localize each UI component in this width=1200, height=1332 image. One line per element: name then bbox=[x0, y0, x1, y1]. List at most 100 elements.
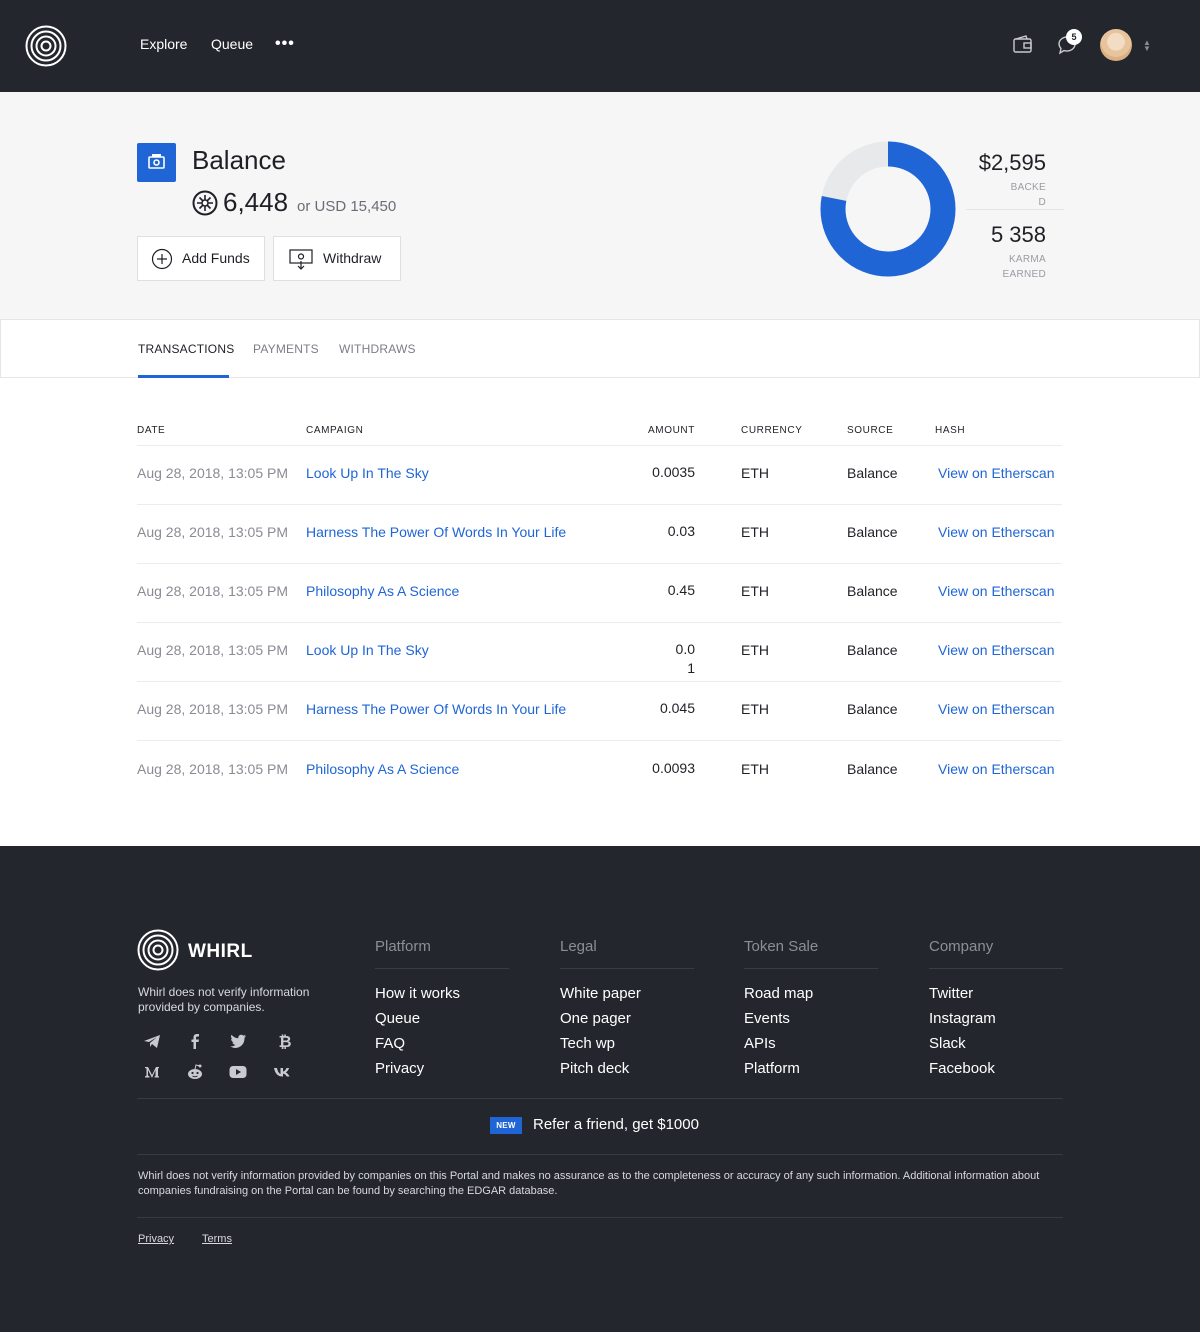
withdraw-button[interactable]: Withdraw bbox=[273, 236, 401, 281]
stat-divider bbox=[966, 209, 1064, 210]
footer-link[interactable]: Tech wp bbox=[560, 1035, 615, 1052]
cell-etherscan-link[interactable]: View on Etherscan bbox=[938, 524, 1054, 540]
row-divider bbox=[137, 681, 1062, 682]
cell-etherscan-link[interactable]: View on Etherscan bbox=[938, 465, 1054, 481]
add-funds-label: Add Funds bbox=[182, 250, 250, 266]
footer-column-divider bbox=[929, 968, 1063, 969]
withdraw-icon bbox=[289, 249, 313, 270]
chevron-updown-icon[interactable]: ▲ ▼ bbox=[1143, 39, 1151, 53]
footer-link[interactable]: Pitch deck bbox=[560, 1060, 629, 1077]
wallet-icon[interactable] bbox=[1012, 34, 1034, 56]
active-tab-indicator bbox=[138, 375, 229, 378]
karma-label-2: EARNED bbox=[1002, 269, 1046, 280]
balance-usd: or USD 15,450 bbox=[297, 198, 397, 215]
footer-link[interactable]: FAQ bbox=[375, 1035, 405, 1052]
footer-divider bbox=[137, 1154, 1063, 1155]
nav-queue[interactable]: Queue bbox=[211, 36, 253, 52]
footer-column-title: Legal bbox=[560, 938, 597, 955]
cell-campaign-link[interactable]: Philosophy As A Science bbox=[306, 761, 459, 777]
cell-amount: 0.45 bbox=[667, 582, 695, 598]
telegram-icon[interactable] bbox=[142, 1032, 162, 1050]
tab-payments[interactable]: PAYMENTS bbox=[253, 342, 319, 356]
cell-currency: ETH bbox=[741, 642, 769, 658]
footer-privacy-link[interactable]: Privacy bbox=[138, 1233, 174, 1245]
cell-currency: ETH bbox=[741, 701, 769, 717]
tab-withdraws[interactable]: WITHDRAWS bbox=[339, 342, 416, 356]
footer-terms-link[interactable]: Terms bbox=[202, 1233, 232, 1245]
withdraw-label: Withdraw bbox=[323, 250, 382, 266]
cell-date: Aug 28, 2018, 13:05 PM bbox=[137, 524, 288, 540]
facebook-icon[interactable] bbox=[185, 1032, 205, 1050]
footer-link[interactable]: Road map bbox=[744, 985, 813, 1002]
tab-transactions[interactable]: TRANSACTIONS bbox=[138, 342, 234, 356]
row-divider bbox=[137, 445, 1062, 446]
footer-divider bbox=[137, 1098, 1063, 1099]
footer-link[interactable]: APIs bbox=[744, 1035, 776, 1052]
footer-column-title: Platform bbox=[375, 938, 431, 955]
cell-campaign-link[interactable]: Look Up In The Sky bbox=[306, 465, 429, 481]
footer-link[interactable]: White paper bbox=[560, 985, 641, 1002]
cell-date: Aug 28, 2018, 13:05 PM bbox=[137, 761, 288, 777]
backed-label-1: BACKE bbox=[1010, 182, 1046, 193]
backed-label-2: D bbox=[1038, 197, 1046, 208]
footer-link[interactable]: Slack bbox=[929, 1035, 966, 1052]
footer-link[interactable]: Queue bbox=[375, 1010, 420, 1027]
cell-campaign-link[interactable]: Look Up In The Sky bbox=[306, 642, 429, 658]
row-divider bbox=[137, 622, 1062, 623]
footer-link[interactable]: Twitter bbox=[929, 985, 973, 1002]
footer-divider bbox=[137, 1217, 1063, 1218]
cell-campaign-link[interactable]: Harness The Power Of Words In Your Life bbox=[306, 701, 566, 717]
vk-icon[interactable] bbox=[273, 1063, 293, 1081]
col-header-date: DATE bbox=[137, 425, 166, 436]
footer-link[interactable]: Instagram bbox=[929, 1010, 996, 1027]
cell-source: Balance bbox=[847, 761, 898, 777]
notification-badge: 5 bbox=[1066, 29, 1082, 45]
footer-link[interactable]: Events bbox=[744, 1010, 790, 1027]
col-header-source: SOURCE bbox=[847, 425, 894, 436]
row-divider bbox=[137, 504, 1062, 505]
cell-source: Balance bbox=[847, 583, 898, 599]
cell-etherscan-link[interactable]: View on Etherscan bbox=[938, 701, 1054, 717]
twitter-icon[interactable] bbox=[228, 1032, 248, 1050]
reddit-icon[interactable] bbox=[185, 1063, 205, 1081]
svg-text:₿: ₿ bbox=[278, 1032, 291, 1050]
cell-amount: 0.0035 bbox=[652, 464, 695, 480]
footer-link[interactable]: Facebook bbox=[929, 1060, 995, 1077]
cell-amount: 0.0 1 bbox=[675, 641, 695, 676]
footer-link[interactable]: One pager bbox=[560, 1010, 631, 1027]
balance-amount: 6,448 bbox=[223, 187, 289, 217]
cell-date: Aug 28, 2018, 13:05 PM bbox=[137, 642, 288, 658]
cell-campaign-link[interactable]: Philosophy As A Science bbox=[306, 583, 459, 599]
footer-column-title: Token Sale bbox=[744, 938, 819, 955]
plus-circle-icon bbox=[151, 248, 173, 270]
more-menu-icon[interactable]: ••• bbox=[275, 36, 295, 52]
footer-link[interactable]: How it works bbox=[375, 985, 460, 1002]
footer-link[interactable]: Platform bbox=[744, 1060, 800, 1077]
page-title: Balance bbox=[192, 145, 286, 175]
footer-note: Whirl does not verify information provid… bbox=[138, 985, 310, 1014]
whirl-logo-icon[interactable] bbox=[25, 25, 67, 67]
whirl-logo-icon[interactable] bbox=[137, 929, 179, 971]
tabs-bar: TRANSACTIONS PAYMENTS WITHDRAWS bbox=[0, 319, 1200, 378]
cell-etherscan-link[interactable]: View on Etherscan bbox=[938, 642, 1054, 658]
bitcoin-icon[interactable]: ₿ bbox=[275, 1032, 295, 1050]
legal-disclaimer: Whirl does not verify information provid… bbox=[138, 1170, 1040, 1197]
add-funds-button[interactable]: Add Funds bbox=[137, 236, 265, 281]
cell-campaign-link[interactable]: Harness The Power Of Words In Your Life bbox=[306, 524, 566, 540]
cell-etherscan-link[interactable]: View on Etherscan bbox=[938, 583, 1054, 599]
footer-column-divider bbox=[560, 968, 694, 969]
refer-friend-link[interactable]: Refer a friend, get $1000 bbox=[533, 1116, 699, 1133]
cell-date: Aug 28, 2018, 13:05 PM bbox=[137, 465, 288, 481]
nav-explore[interactable]: Explore bbox=[140, 36, 187, 52]
cell-source: Balance bbox=[847, 642, 898, 658]
cell-amount: 0.045 bbox=[659, 700, 695, 716]
balance-wallet-icon bbox=[137, 143, 176, 182]
avatar[interactable] bbox=[1100, 29, 1132, 61]
footer bbox=[0, 846, 1200, 1332]
footer-link[interactable]: Privacy bbox=[375, 1060, 424, 1077]
youtube-icon[interactable] bbox=[228, 1063, 248, 1081]
cell-etherscan-link[interactable]: View on Etherscan bbox=[938, 761, 1054, 777]
footer-column-divider bbox=[744, 968, 878, 969]
col-header-amount: AMOUNT bbox=[648, 425, 695, 436]
medium-icon[interactable] bbox=[142, 1063, 162, 1081]
